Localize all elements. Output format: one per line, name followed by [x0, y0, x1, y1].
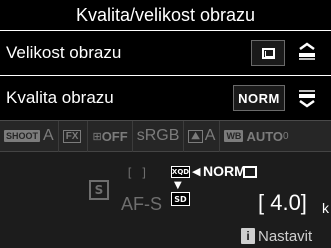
exposure-mode-icon: S	[89, 180, 109, 200]
quality-status: NORM	[203, 163, 246, 179]
wb-badge: WB	[224, 130, 244, 142]
adl-value: OFF	[101, 128, 128, 144]
info-icon: i	[241, 228, 255, 244]
large-size-icon	[261, 47, 275, 59]
main-command-dial-icon	[297, 87, 317, 109]
shots-unit: k	[322, 200, 329, 216]
sub-command-dial-icon	[297, 42, 317, 64]
shots-remaining: [ 4.0]	[258, 190, 307, 215]
menu-item-image-size[interactable]: Velikost obrazu	[0, 31, 331, 75]
shoot-badge: SHOOT	[4, 130, 41, 142]
sd-card-icon: SD	[171, 192, 190, 206]
shooting-bank: SHOOT A	[0, 120, 59, 152]
size-status-icon	[243, 166, 257, 178]
active-d-lighting: ⊞ OFF	[88, 120, 133, 152]
adl-icon: ⊞	[92, 130, 102, 143]
color-space-value: sRGB	[136, 127, 180, 144]
menu-screen: Kvalita/velikost obrazu Velikost obrazu …	[0, 0, 331, 248]
picture-control: ⛰ A	[184, 120, 221, 152]
image-quality-value[interactable]: NORM	[233, 85, 285, 111]
picture-control-icon: ⛰	[188, 129, 203, 143]
wb-value: AUTO	[246, 128, 284, 144]
shooting-info-row: SHOOT A FX ⊞ OFF sRGB ⛰ A WB AUTO 0	[0, 120, 331, 152]
color-space: sRGB	[133, 120, 185, 152]
af-area-icon: [ ]	[126, 166, 148, 180]
menu-title: Kvalita/velikost obrazu	[0, 0, 331, 30]
menu-item-image-quality[interactable]: Kvalita obrazu NORM	[0, 76, 331, 120]
menu-item-label: Kvalita obrazu	[6, 88, 114, 107]
image-area: FX	[59, 120, 89, 152]
fx-label: FX	[62, 129, 82, 143]
af-mode-label: AF-S	[121, 194, 163, 214]
white-balance: WB AUTO 0	[220, 121, 292, 152]
wb-sub: 0	[283, 130, 289, 142]
picture-control-value: A	[204, 127, 216, 144]
xqd-card-icon: XQD	[171, 166, 190, 178]
arrow-left-icon: ◀	[192, 165, 201, 178]
arrow-down-icon: ▼	[174, 180, 182, 191]
image-size-value[interactable]	[251, 40, 285, 66]
shoot-bank-value: A	[43, 127, 54, 144]
help-button[interactable]: i Nastavit	[241, 226, 312, 246]
menu-item-label: Velikost obrazu	[6, 43, 122, 62]
help-label: Nastavit	[258, 227, 313, 245]
